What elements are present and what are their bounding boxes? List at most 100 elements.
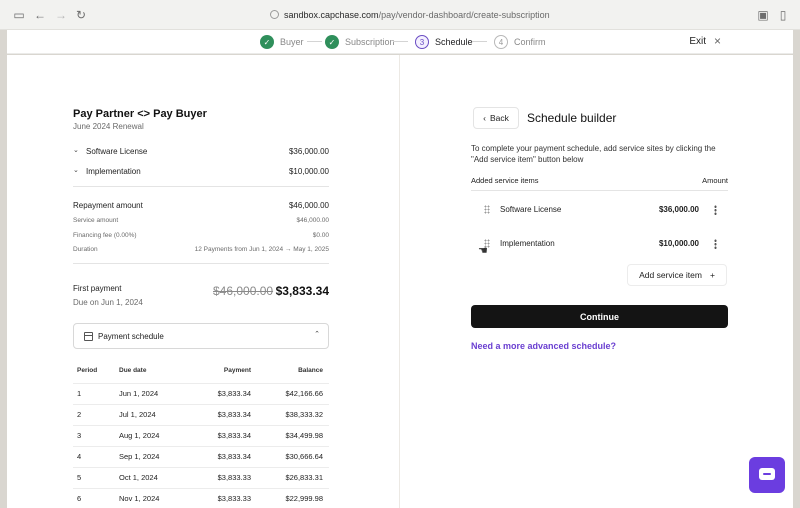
cell-payment: $3,833.34 <box>217 452 251 461</box>
cell-due-date: Oct 1, 2024 <box>119 473 158 482</box>
cell-balance: $22,999.98 <box>285 494 323 503</box>
header-period: Period <box>77 367 98 374</box>
payment-schedule-label: Payment schedule <box>98 332 164 341</box>
cell-due-date: Nov 1, 2024 <box>119 494 160 503</box>
cell-due-date: Aug 1, 2024 <box>119 431 160 440</box>
header-balance: Balance <box>298 367 323 374</box>
cell-period: 6 <box>77 494 82 503</box>
step-label: Subscription <box>345 37 395 47</box>
page-title: Schedule builder <box>527 111 617 125</box>
url-domain: sandbox.capchase.com <box>284 10 379 20</box>
step-number: 3 <box>415 35 429 49</box>
calendar-icon <box>84 332 93 341</box>
repayment-label: Repayment amount <box>73 201 143 210</box>
line-item-name: Implementation <box>86 167 141 176</box>
chat-icon <box>759 468 775 480</box>
line-item-software[interactable]: ⌄ Software License $36,000.00 <box>73 146 329 158</box>
close-icon: × <box>713 34 721 48</box>
step-confirm[interactable]: 4 Confirm <box>494 34 546 50</box>
advanced-schedule-link[interactable]: Need a more advanced schedule? <box>471 341 616 351</box>
reload-icon[interactable]: ↻ <box>74 8 88 22</box>
hand-cursor-icon: ☚ <box>478 245 488 257</box>
divider <box>471 190 728 191</box>
chat-support-button[interactable] <box>749 457 785 493</box>
table-divider <box>73 425 329 426</box>
step-subscription[interactable]: ✓ Subscription <box>325 34 395 50</box>
forward-arrow-icon[interactable]: → <box>54 8 68 22</box>
step-buyer[interactable]: ✓ Buyer <box>260 34 304 50</box>
browser-toolbar: ▭ ← → ↻ sandbox.capchase.com/pay/vendor-… <box>0 0 800 30</box>
back-label: Back <box>489 113 509 123</box>
address-bar[interactable]: sandbox.capchase.com/pay/vendor-dashboar… <box>270 8 590 22</box>
first-payment-due: Due on Jun 1, 2024 <box>73 298 143 307</box>
line-item-amount: $36,000.00 <box>288 147 329 156</box>
duration-label: Duration <box>73 246 98 253</box>
add-service-item-button[interactable]: Add service item + <box>627 264 727 286</box>
table-divider <box>73 488 329 489</box>
cell-payment: $3,833.34 <box>217 431 251 440</box>
first-payment-label: First payment <box>73 284 122 293</box>
payment-schedule-toggle[interactable]: Payment schedule ⌃ <box>73 323 329 349</box>
cell-balance: $30,666.64 <box>285 452 323 461</box>
line-item-name: Software License <box>86 147 148 156</box>
exit-label: Exit <box>689 35 706 47</box>
step-schedule[interactable]: 3 Schedule <box>415 34 473 50</box>
table-row: 6 Nov 1, 2024 $3,833.33 $22,999.98 <box>73 494 329 506</box>
table-divider <box>73 404 329 405</box>
divider <box>73 263 329 264</box>
first-payment-amount: $3,833.34 <box>275 284 329 298</box>
chevron-up-icon: ⌃ <box>314 331 320 338</box>
service-item-row[interactable]: Software License $36,000.00 <box>471 193 728 227</box>
step-connector <box>307 41 322 42</box>
amount-header: Amount <box>702 176 728 185</box>
chevron-left-icon: ‹ <box>483 113 486 123</box>
back-arrow-icon[interactable]: ← <box>33 8 47 22</box>
more-options-icon[interactable] <box>714 205 717 215</box>
drag-handle-icon[interactable] <box>484 205 490 214</box>
cell-period: 3 <box>77 431 82 440</box>
extension-icon[interactable]: ▣ <box>756 8 770 22</box>
exit-button[interactable]: Exit × <box>689 34 721 48</box>
step-number: 4 <box>494 35 508 49</box>
cell-balance: $26,833.31 <box>285 473 323 482</box>
table-row: 1 Jun 1, 2024 $3,833.34 $42,166.66 <box>73 389 329 401</box>
continue-button[interactable]: Continue <box>471 305 728 328</box>
cell-balance: $34,499.98 <box>285 431 323 440</box>
service-item-name: Implementation <box>500 239 555 248</box>
split-view-icon[interactable]: ▯ <box>776 8 790 22</box>
sidebar-icon[interactable]: ▭ <box>12 8 26 22</box>
cell-period: 4 <box>77 452 82 461</box>
plus-icon: + <box>709 270 715 280</box>
service-item-amount: $36,000.00 <box>658 205 699 214</box>
more-options-icon[interactable] <box>714 239 717 249</box>
original-payment: $46,000.00 <box>213 284 274 298</box>
line-item-implementation[interactable]: ⌄ Implementation $10,000.00 <box>73 166 329 178</box>
cell-payment: $3,833.34 <box>217 410 251 419</box>
cell-period: 2 <box>77 410 82 419</box>
table-divider <box>73 446 329 447</box>
service-item-name: Software License <box>500 205 562 214</box>
builder-description-line2: "Add service item" button below <box>471 155 584 164</box>
schedule-builder: ‹ Back Schedule builder To complete your… <box>400 55 793 508</box>
step-label: Buyer <box>280 37 304 47</box>
repayment-value: $46,000.00 <box>288 201 329 210</box>
financing-fee-label: Financing fee (0.00%) <box>73 232 137 239</box>
cell-due-date: Sep 1, 2024 <box>119 452 160 461</box>
table-row: 3 Aug 1, 2024 $3,833.34 $34,499.98 <box>73 431 329 443</box>
check-icon: ✓ <box>325 35 339 49</box>
cell-balance: $42,166.66 <box>285 389 323 398</box>
check-icon: ✓ <box>260 35 274 49</box>
items-header: Added service items <box>471 176 539 185</box>
cell-balance: $38,333.32 <box>285 410 323 419</box>
table-divider <box>73 467 329 468</box>
summary-subtitle: June 2024 Renewal <box>73 122 144 131</box>
step-connector <box>393 41 408 42</box>
service-amount-label: Service amount <box>73 217 119 224</box>
divider <box>73 186 329 187</box>
back-button[interactable]: ‹ Back <box>473 107 519 129</box>
service-item-row[interactable]: Implementation $10,000.00 <box>471 227 728 261</box>
lock-icon <box>270 10 279 19</box>
checkout-stepper: ✓ Buyer ✓ Subscription 3 Schedule 4 Conf… <box>7 30 793 54</box>
step-label: Confirm <box>514 37 546 47</box>
table-row: 4 Sep 1, 2024 $3,833.34 $30,666.64 <box>73 452 329 464</box>
